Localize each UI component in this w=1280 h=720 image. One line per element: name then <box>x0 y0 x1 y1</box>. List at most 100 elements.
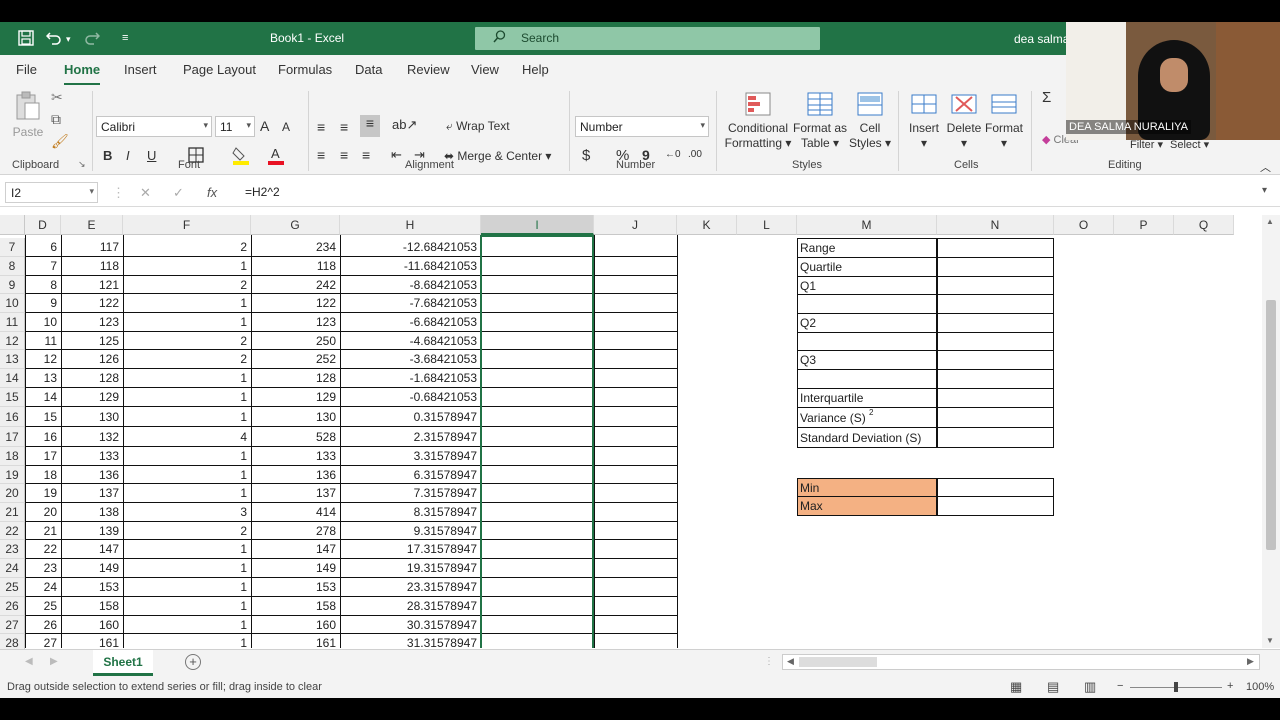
align-middle-icon[interactable]: ≡ <box>340 119 348 135</box>
cell-f[interactable]: 4 <box>123 427 249 447</box>
cell-e[interactable]: 149 <box>61 559 121 578</box>
cell-e[interactable]: 133 <box>61 447 121 466</box>
sheet-next-icon[interactable]: ▶ <box>50 656 58 667</box>
column-header-l[interactable]: L <box>737 215 797 235</box>
row-header[interactable]: 13 <box>0 350 25 369</box>
fill-color-icon[interactable] <box>232 145 250 168</box>
row-header[interactable]: 24 <box>0 559 25 578</box>
horizontal-scrollbar[interactable]: ◀ ▶ <box>782 654 1260 670</box>
grow-font-icon[interactable]: A <box>260 118 269 134</box>
cell-d[interactable]: 26 <box>25 616 59 634</box>
column-header-q[interactable]: Q <box>1174 215 1234 235</box>
stats-value-cell-min[interactable] <box>937 478 1054 497</box>
cell-g[interactable]: 147 <box>251 540 338 559</box>
tab-help[interactable]: Help <box>522 62 549 77</box>
cell-e[interactable]: 118 <box>61 257 121 276</box>
align-top-icon[interactable]: ≡ <box>317 119 325 135</box>
undo-icon[interactable] <box>45 30 62 50</box>
cell-d[interactable]: 9 <box>25 294 59 313</box>
cell-h[interactable]: -12.68421053 <box>340 238 479 257</box>
name-box[interactable]: I2 <box>5 182 98 203</box>
cell-h[interactable]: 23.31578947 <box>340 578 479 597</box>
undo-dropdown-icon[interactable]: ▾ <box>66 34 71 45</box>
number-format-dropdown[interactable]: Number <box>575 116 709 137</box>
cell-styles-button[interactable]: Cell Styles ▾ <box>848 91 892 151</box>
cell-g[interactable]: 161 <box>251 634 338 648</box>
horizontal-scroll-thumb[interactable] <box>799 657 877 667</box>
delete-cells-button[interactable]: Delete ▾ <box>944 91 984 151</box>
search-box[interactable]: Search <box>475 27 820 50</box>
stats-value-cell[interactable] <box>937 369 1054 389</box>
sheet-tab-sheet1[interactable]: Sheet1 <box>93 650 153 676</box>
cell-f[interactable]: 1 <box>123 447 249 466</box>
cell-h[interactable]: 30.31578947 <box>340 616 479 634</box>
cell-f[interactable]: 1 <box>123 313 249 332</box>
stats-label-cell[interactable]: Interquartile <box>797 388 937 408</box>
cell-g[interactable]: 122 <box>251 294 338 313</box>
column-header-p[interactable]: P <box>1114 215 1174 235</box>
orientation-icon[interactable]: ab↗ <box>392 117 417 133</box>
wrap-text-button[interactable]: ⤶ Wrap Text <box>446 119 510 134</box>
cell-d[interactable]: 22 <box>25 540 59 559</box>
column-header-g[interactable]: G <box>251 215 340 235</box>
expand-formula-bar-icon[interactable]: ▾ <box>1262 185 1267 196</box>
cell-d[interactable]: 27 <box>25 634 59 648</box>
cell-h[interactable]: 31.31578947 <box>340 634 479 648</box>
row-header[interactable]: 14 <box>0 369 25 388</box>
scroll-down-icon[interactable]: ▼ <box>1266 636 1274 645</box>
font-size-dropdown[interactable]: 11 <box>215 116 255 137</box>
scroll-up-icon[interactable]: ▲ <box>1266 217 1274 226</box>
split-handle-icon[interactable]: ⋮ <box>764 656 774 667</box>
cell-f[interactable]: 1 <box>123 466 249 484</box>
cell-h[interactable]: 19.31578947 <box>340 559 479 578</box>
enter-icon[interactable]: ✓ <box>173 185 184 201</box>
increase-decimal-icon[interactable]: ←0 <box>665 149 681 160</box>
cell-e[interactable]: 153 <box>61 578 121 597</box>
cancel-icon[interactable]: ✕ <box>140 185 151 201</box>
insert-cells-button[interactable]: Insert ▾ <box>904 91 944 151</box>
scroll-left-icon[interactable]: ◀ <box>787 656 794 667</box>
vertical-scroll-thumb[interactable] <box>1266 300 1276 550</box>
collapse-ribbon-icon[interactable]: ︿ <box>1260 159 1271 175</box>
cell-e[interactable]: 136 <box>61 466 121 484</box>
row-header[interactable]: 9 <box>0 276 25 294</box>
cell-h[interactable]: 9.31578947 <box>340 522 479 540</box>
user-name[interactable]: dea salma <box>1014 32 1069 46</box>
cell-d[interactable]: 14 <box>25 388 59 407</box>
cell-h[interactable]: -7.68421053 <box>340 294 479 313</box>
cell-f[interactable]: 1 <box>123 634 249 648</box>
cell-d[interactable]: 6 <box>25 238 59 257</box>
column-header-j[interactable]: J <box>594 215 677 235</box>
dialog-launcher-icon[interactable]: ↘ <box>78 159 86 170</box>
sheet-prev-icon[interactable]: ◀ <box>25 656 33 667</box>
stats-value-cell[interactable] <box>937 350 1054 370</box>
cell-e[interactable]: 126 <box>61 350 121 369</box>
stats-label-cell-max[interactable]: Max <box>797 496 937 516</box>
column-header-h[interactable]: H <box>340 215 481 235</box>
row-header[interactable]: 19 <box>0 466 25 484</box>
cell-e[interactable]: 123 <box>61 313 121 332</box>
format-painter-icon[interactable]: 🖌 <box>51 133 69 150</box>
select-all-corner[interactable] <box>0 215 25 235</box>
cell-h[interactable]: -1.68421053 <box>340 369 479 388</box>
cell-g[interactable]: 278 <box>251 522 338 540</box>
paste-button[interactable]: Paste <box>12 91 44 140</box>
cell-g[interactable]: 123 <box>251 313 338 332</box>
shrink-font-icon[interactable]: A <box>282 120 290 134</box>
cell-d[interactable]: 20 <box>25 503 59 522</box>
align-bottom-icon[interactable]: ≡ <box>360 115 380 137</box>
stats-label-cell[interactable]: Q1 <box>797 276 937 295</box>
cell-g[interactable]: 136 <box>251 466 338 484</box>
cell-e[interactable]: 137 <box>61 484 121 503</box>
selected-range[interactable] <box>480 235 594 648</box>
cell-h[interactable]: -3.68421053 <box>340 350 479 369</box>
redo-icon[interactable] <box>84 30 101 50</box>
row-header[interactable]: 27 <box>0 616 25 634</box>
cell-h[interactable]: 0.31578947 <box>340 407 479 427</box>
row-header[interactable]: 10 <box>0 294 25 313</box>
row-header[interactable]: 11 <box>0 313 25 332</box>
row-header[interactable]: 22 <box>0 522 25 540</box>
cell-h[interactable]: 17.31578947 <box>340 540 479 559</box>
tab-insert[interactable]: Insert <box>124 62 157 77</box>
stats-value-cell[interactable] <box>937 332 1054 351</box>
